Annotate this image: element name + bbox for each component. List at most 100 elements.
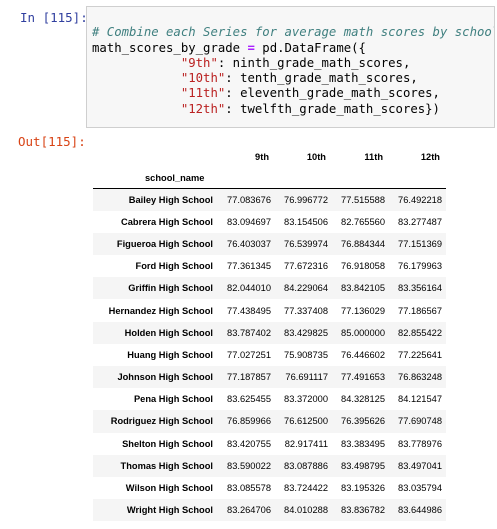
table-cell: 77.186567 <box>398 305 442 316</box>
table-cell: 83.154506 <box>284 216 328 227</box>
row-index-label: Hernandez High School <box>108 305 213 316</box>
table-cell: 82.917411 <box>284 438 328 449</box>
table-row: Griffin High School 82.044010 84.229064 83.… <box>93 277 446 300</box>
table-row: Pena High School 83.625455 83.372000 84.328… <box>93 388 446 410</box>
table-cell: 76.884344 <box>341 238 385 249</box>
code-comment: # Combine each Series for average math s… <box>92 25 495 40</box>
table-cell: 77.151369 <box>398 238 442 249</box>
row-index-label: Johnson High School <box>117 372 213 383</box>
table-row: Wright High School 83.264706 84.010288 83.8… <box>93 499 446 522</box>
table-row: Shelton High School 83.420755 82.917411 83.… <box>93 433 446 455</box>
row-index-label: Wright High School <box>126 505 213 516</box>
table-cell: 84.328125 <box>341 394 385 405</box>
index-name-filler <box>332 167 389 189</box>
index-header-blank <box>93 146 218 167</box>
table-cell: 76.863248 <box>398 372 442 383</box>
table-cell: 77.438495 <box>227 305 271 316</box>
row-index-label: Pena High School <box>133 394 213 405</box>
table-cell: 84.121547 <box>398 394 442 405</box>
table-row: Holden High School 83.787402 83.429825 85.0… <box>93 321 446 344</box>
table-row: Thomas High School 83.590022 83.087886 83.4… <box>93 454 446 477</box>
table-cell: 83.035794 <box>398 483 442 494</box>
table-cell: 76.612500 <box>284 416 328 427</box>
table-cell: 77.027251 <box>227 349 271 360</box>
column-header-row: 9th 10th 11th 12th <box>93 146 446 167</box>
table-cell: 83.356164 <box>398 283 442 294</box>
index-name: school_name <box>145 172 205 183</box>
code-key: "9th" <box>180 55 218 70</box>
table-cell: 83.094697 <box>227 216 271 227</box>
table-cell: 76.859966 <box>227 416 271 427</box>
table-row: Bailey High School 77.083676 76.996772 77.5… <box>93 188 446 211</box>
code-value: : eleventh_grade_math_scores, <box>225 86 440 101</box>
code-call: pd.DataFrame({ <box>254 40 366 55</box>
row-index-label: Huang High School <box>127 349 213 360</box>
output-prompt: Out[115]: <box>18 134 86 149</box>
code-entry-12th: "12th": twelfth_grade_math_scores}) <box>92 102 494 117</box>
row-index-label: Cabrera High School <box>121 216 213 227</box>
table-cell: 76.446602 <box>341 349 385 360</box>
code-cell-editor[interactable]: # Combine each Series for average math s… <box>86 6 495 128</box>
table-cell: 76.918058 <box>341 261 385 272</box>
table-cell: 83.778976 <box>398 438 442 449</box>
row-index-label: Griffin High School <box>128 283 213 294</box>
row-index-label: Ford High School <box>135 261 213 272</box>
table-cell: 83.842105 <box>341 283 385 294</box>
code-entry-11th: "11th": eleventh_grade_math_scores, <box>92 86 494 101</box>
table-cell: 83.420755 <box>227 438 271 449</box>
table-cell: 83.085578 <box>227 483 271 494</box>
table-cell: 76.492218 <box>398 194 442 205</box>
code-entry-9th: "9th": ninth_grade_math_scores, <box>92 56 494 71</box>
table-cell: 84.229064 <box>284 283 328 294</box>
code-value: : tenth_grade_math_scores, <box>225 71 418 86</box>
table-cell: 77.491653 <box>341 372 385 383</box>
table-cell: 77.337408 <box>284 305 328 316</box>
column-header: 10th <box>306 151 326 162</box>
index-name-filler <box>218 167 275 189</box>
table-cell: 76.403037 <box>227 238 271 249</box>
table-cell: 77.361345 <box>227 261 271 272</box>
index-name-filler <box>275 167 332 189</box>
table-cell: 77.083676 <box>227 194 271 205</box>
table-cell: 75.908735 <box>284 349 328 360</box>
dataframe-table: 9th 10th 11th 12th school_name Bailey Hi… <box>93 146 446 522</box>
code-line-assignment: math_scores_by_grade = pd.DataFrame({ <box>92 41 494 56</box>
table-cell: 76.691117 <box>285 372 328 383</box>
table-row: Hernandez High School 77.438495 77.337408 7… <box>93 299 446 321</box>
row-index-label: Bailey High School <box>128 194 213 205</box>
table-cell: 83.590022 <box>227 460 271 471</box>
table-cell: 82.855422 <box>398 327 442 338</box>
table-cell: 77.187857 <box>227 372 271 383</box>
column-header: 12th <box>420 151 440 162</box>
table-row: Figueroa High School 76.403037 76.539974 76… <box>93 232 446 256</box>
code-variable: math_scores_by_grade <box>92 40 248 55</box>
table-cell: 76.539974 <box>284 238 328 249</box>
code-key: "12th" <box>180 101 226 116</box>
table-cell: 77.515588 <box>341 194 385 205</box>
table-cell: 83.787402 <box>227 327 271 338</box>
code-value: : twelfth_grade_math_scores}) <box>225 101 440 116</box>
row-index-label: Rodriguez High School <box>110 416 213 427</box>
table-cell: 85.000000 <box>341 327 385 338</box>
table-cell: 77.690748 <box>398 416 442 427</box>
row-index-label: Wilson High School <box>125 483 213 494</box>
table-cell: 84.010288 <box>284 505 328 516</box>
table-cell: 77.225641 <box>398 349 442 360</box>
table-cell: 83.264706 <box>227 505 271 516</box>
table-cell: 76.395626 <box>341 416 385 427</box>
column-header: 9th <box>255 151 269 162</box>
row-index-label: Shelton High School <box>122 438 213 449</box>
column-header: 11th <box>364 151 383 162</box>
table-cell: 83.087886 <box>284 460 328 471</box>
table-cell: 83.497041 <box>398 460 442 471</box>
input-prompt: In [115]: <box>20 10 88 25</box>
table-row: Huang High School 77.027251 75.908735 76.44… <box>93 344 446 366</box>
row-index-label: Figueroa High School <box>116 238 213 249</box>
code-value: : ninth_grade_math_scores, <box>217 55 411 70</box>
table-cell: 83.383495 <box>341 438 385 449</box>
table-cell: 77.136029 <box>341 305 385 316</box>
code-key: "11th" <box>180 86 226 101</box>
table-cell: 83.836782 <box>341 505 385 516</box>
table-cell: 83.498795 <box>341 460 385 471</box>
